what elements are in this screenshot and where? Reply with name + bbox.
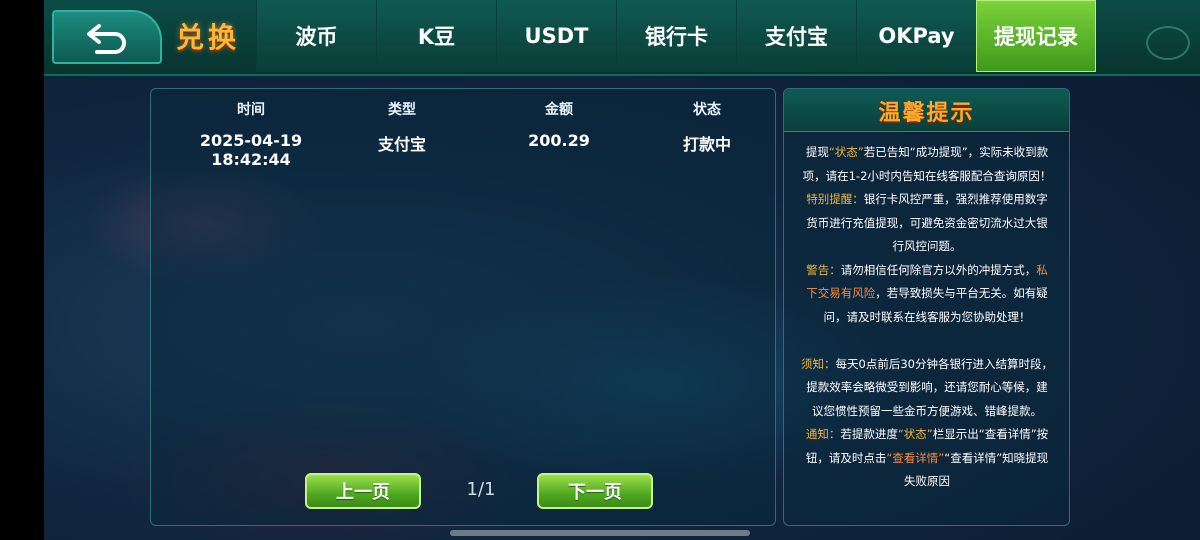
tab-bank-card[interactable]: 银行卡 [616,0,736,72]
tip-line: 行风控问题。 [892,239,962,253]
page-indicator: 1/1 [466,479,496,500]
row-status: 打款中 [682,135,731,154]
top-nav-bar: 兑换 波币 K豆 USDT 银行卡 支付宝 OKPay 提现记录 [44,0,1200,76]
pagination: 上一页 1/1 下一页 [151,473,775,513]
back-button[interactable] [52,10,162,64]
table-row: 2025-04-19 18:42:44 支付宝 200.29 打款中 [151,131,775,169]
corner-decoration [1146,26,1190,60]
tip-text: 每天0点前后30分钟各银行进入结算时段， [835,356,1053,371]
tip-line: 货币进行充值提现，可避免资金密切流水过大银 [806,215,1048,230]
tip-line: 问，请及时联系在线客服为您协助处理！ [823,309,1031,324]
column-header-type: 类型 [388,102,416,118]
tip-highlight: 须知： [801,356,836,371]
tip-text: 请勿相信任何除官方以外的冲提方式， [840,262,1037,277]
tip-line: 失败原因 [904,474,950,488]
tip-line: 议您惯性预留一些金币方便游戏、错峰提款。 [812,403,1042,418]
tip-line: 钮，请及时点击“查看详情”“查看详情”知晓提现 [794,447,1060,471]
records-table-header: 时间 类型 金额 状态 [151,99,775,119]
column-header-amount: 金额 [545,102,573,118]
tip-highlight: “查看详情” [886,450,945,465]
tip-highlight: 私 [1036,262,1048,277]
tip-highlight: 警告： [806,262,841,277]
tab-usdt[interactable]: USDT [496,0,616,72]
tip-spacer [794,329,1060,353]
tip-text: 若提款进度 [840,427,898,441]
tip-line: 警告：请勿相信任何除官方以外的冲提方式，私 [794,259,1060,283]
tip-line: 项，请在1-2小时内告知在线客服配合查询原因！ [802,168,1052,183]
tab-okpay[interactable]: OKPay [856,0,976,72]
back-arrow-icon [87,24,126,54]
column-header-status: 状态 [693,102,721,118]
tip-line: 特别提醒：银行卡风控严重，强烈推荐使用数字 [794,188,1060,212]
tab-kdou[interactable]: K豆 [376,0,496,72]
tip-line: 须知：每天0点前后30分钟各银行进入结算时段， [794,353,1060,377]
tip-text: 银行卡风控严重，强烈推荐使用数字 [863,192,1048,206]
tab-bar: 波币 K豆 USDT 银行卡 支付宝 OKPay 提现记录 [256,0,1096,74]
tip-line: 提款效率会略微受到影响，还请您耐心等候，建 [806,380,1048,394]
tip-text: ，若导致损失与平台无关。如有疑 [875,286,1048,300]
home-indicator-bar[interactable] [450,530,750,536]
tab-alipay[interactable]: 支付宝 [736,0,856,72]
tab-withdraw-records[interactable]: 提现记录 [976,0,1096,72]
next-page-button[interactable]: 下一页 [537,473,653,509]
tab-bocoin[interactable]: 波币 [256,0,376,72]
tip-highlight: “状态” [897,427,933,441]
tip-text: 提现 [805,145,829,159]
tip-highlight: 下交易有风险 [806,286,876,300]
tip-highlight: “状态” [828,145,864,159]
exchange-title: 兑换 [176,21,241,54]
tip-highlight: 通知： [805,427,841,441]
tip-line: 提现“状态”若已告知“成功提现”，实际未收到款 [794,141,1060,165]
tip-line: 下交易有风险，若导致损失与平台无关。如有疑 [794,282,1060,306]
withdraw-records-panel: 时间 类型 金额 状态 2025-04-19 18:42:44 支付宝 200.… [150,88,776,526]
left-black-strip [0,0,44,540]
tips-title-bar: 温馨提示 [784,89,1069,132]
tip-text: 若已告知“成功提现”，实际未收到款 [863,145,1049,159]
row-time: 2025-04-19 18:42:44 [199,131,303,169]
tips-panel: 温馨提示 提现“状态”若已告知“成功提现”，实际未收到款 项，请在1-2小时内告… [783,88,1070,526]
tip-text: “查看详情”知晓提现 [944,450,1049,465]
tips-body: 提现“状态”若已告知“成功提现”，实际未收到款 项，请在1-2小时内告知在线客服… [794,141,1060,494]
tips-title: 温馨提示 [878,101,975,126]
tip-highlight: 特别提醒： [806,192,864,206]
prev-page-button[interactable]: 上一页 [305,473,421,509]
tip-text: 钮，请及时点击 [805,450,887,465]
row-amount: 200.29 [528,131,590,150]
tip-line: 通知：若提款进度“状态”栏显示出“查看详情”按 [794,423,1060,447]
tip-text: 栏显示出“查看详情”按 [932,427,1049,441]
row-type: 支付宝 [377,135,426,154]
column-header-time: 时间 [237,102,265,118]
